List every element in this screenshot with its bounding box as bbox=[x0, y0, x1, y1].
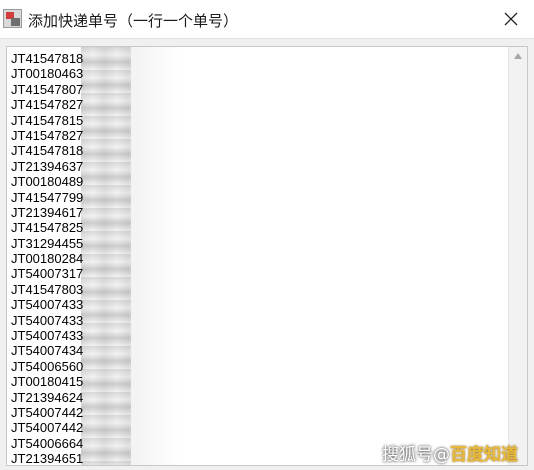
tracking-number-line: JT41547818 bbox=[11, 143, 83, 158]
tracking-number-line: JT41547803 bbox=[11, 282, 83, 297]
tracking-number-text: JT54007317 bbox=[11, 266, 84, 282]
tracking-number-line: JT54007442 bbox=[11, 420, 83, 435]
tracking-number-line: JT41547825 bbox=[11, 220, 83, 235]
tracking-number-text: JT41547807 bbox=[11, 81, 84, 97]
tracking-number-line: JT21394617 bbox=[11, 205, 83, 220]
tracking-number-text: JT41547799 bbox=[11, 189, 84, 205]
watermark-brand: 百度知道 bbox=[450, 445, 518, 465]
tracking-number-line: JT41547799 bbox=[11, 190, 83, 205]
tracking-number-text: JT21394637 bbox=[11, 158, 84, 174]
tracking-number-line: JT41547827 bbox=[11, 128, 83, 143]
tracking-number-line: JT41547818 bbox=[11, 51, 83, 66]
tracking-number-line: JT31294455 bbox=[11, 236, 83, 251]
redaction-fade bbox=[131, 47, 181, 465]
tracking-number-line: JT54007433 bbox=[11, 297, 83, 312]
window-title: 添加快递单号（一行一个单号） bbox=[28, 12, 239, 30]
tracking-number-text: JT41547827 bbox=[11, 97, 84, 113]
tracking-number-text: JT54007433 bbox=[11, 328, 84, 344]
tracking-number-text: JT00180463 bbox=[11, 66, 84, 82]
tracking-number-text: JT54006560 bbox=[11, 358, 84, 374]
tracking-number-line: JT21394624 bbox=[11, 390, 83, 405]
close-button[interactable] bbox=[488, 0, 534, 38]
app-icon bbox=[3, 9, 22, 28]
tracking-number-text: JT00180489 bbox=[11, 174, 84, 190]
tracking-number-line: JT54007433 bbox=[11, 328, 83, 343]
tracking-number-line: JT41547815 bbox=[11, 113, 83, 128]
tracking-number-text: JT00180284 bbox=[11, 251, 84, 267]
tracking-number-line: JT54007434 bbox=[11, 343, 83, 358]
tracking-number-text: JT41547815 bbox=[11, 112, 84, 128]
redaction-mosaic bbox=[81, 47, 131, 465]
tracking-number-line: JT00180489 bbox=[11, 174, 83, 189]
arrow-up-icon bbox=[514, 53, 522, 59]
tracking-number-text: JT21394624 bbox=[11, 389, 84, 405]
tracking-number-line: JT54006560 bbox=[11, 359, 83, 374]
tracking-number-text: JT54006664 bbox=[11, 435, 84, 451]
scroll-up-button[interactable] bbox=[509, 47, 527, 65]
tracking-number-text: JT54007442 bbox=[11, 420, 84, 436]
tracking-number-line: JT00180463 bbox=[11, 66, 83, 81]
tracking-number-text: JT00180415 bbox=[11, 374, 84, 390]
tracking-number-text: JT41547818 bbox=[11, 51, 84, 66]
tracking-number-text: JT41547827 bbox=[11, 127, 84, 143]
tracking-number-line: JT54007442 bbox=[11, 405, 83, 420]
tracking-number-text: JT21394651 bbox=[11, 451, 84, 466]
tracking-number-line: JT54007317 bbox=[11, 266, 83, 281]
tracking-number-line: JT21394637 bbox=[11, 159, 83, 174]
tracking-number-text: JT54007434 bbox=[11, 343, 84, 359]
tracking-number-text: JT41547818 bbox=[11, 143, 84, 159]
tracking-number-text: JT31294455 bbox=[11, 235, 84, 251]
tracking-number-text: JT41547825 bbox=[11, 220, 84, 236]
watermark-prefix: 搜狐号@ bbox=[382, 445, 450, 465]
watermark: 搜狐号@百度知道 bbox=[382, 440, 518, 465]
tracking-number-text: JT54007442 bbox=[11, 404, 84, 420]
tracking-number-text: JT41547803 bbox=[11, 281, 84, 297]
title-bar: 添加快递单号（一行一个单号） bbox=[0, 0, 534, 39]
tracking-number-line: JT54006664 bbox=[11, 436, 83, 451]
tracking-number-line: JT41547807 bbox=[11, 82, 83, 97]
tracking-number-line: JT00180284 bbox=[11, 251, 83, 266]
tracking-number-line: JT00180415 bbox=[11, 374, 83, 389]
tracking-number-line: JT21394651 bbox=[11, 451, 84, 466]
tracking-number-text: JT54007433 bbox=[11, 312, 84, 328]
tracking-number-line: JT54007433 bbox=[11, 313, 83, 328]
tracking-number-text: JT54007433 bbox=[11, 297, 84, 313]
vertical-scrollbar[interactable] bbox=[508, 47, 527, 465]
tracking-number-textarea[interactable]: JT41547818 JT00180463 JT41547807 JT41547827… bbox=[6, 46, 528, 466]
close-icon bbox=[504, 12, 518, 26]
tracking-number-line: JT41547827 bbox=[11, 97, 83, 112]
tracking-number-text: JT21394617 bbox=[11, 204, 84, 220]
tracking-number-list: JT41547818 JT00180463 JT41547807 JT41547827… bbox=[11, 51, 84, 466]
